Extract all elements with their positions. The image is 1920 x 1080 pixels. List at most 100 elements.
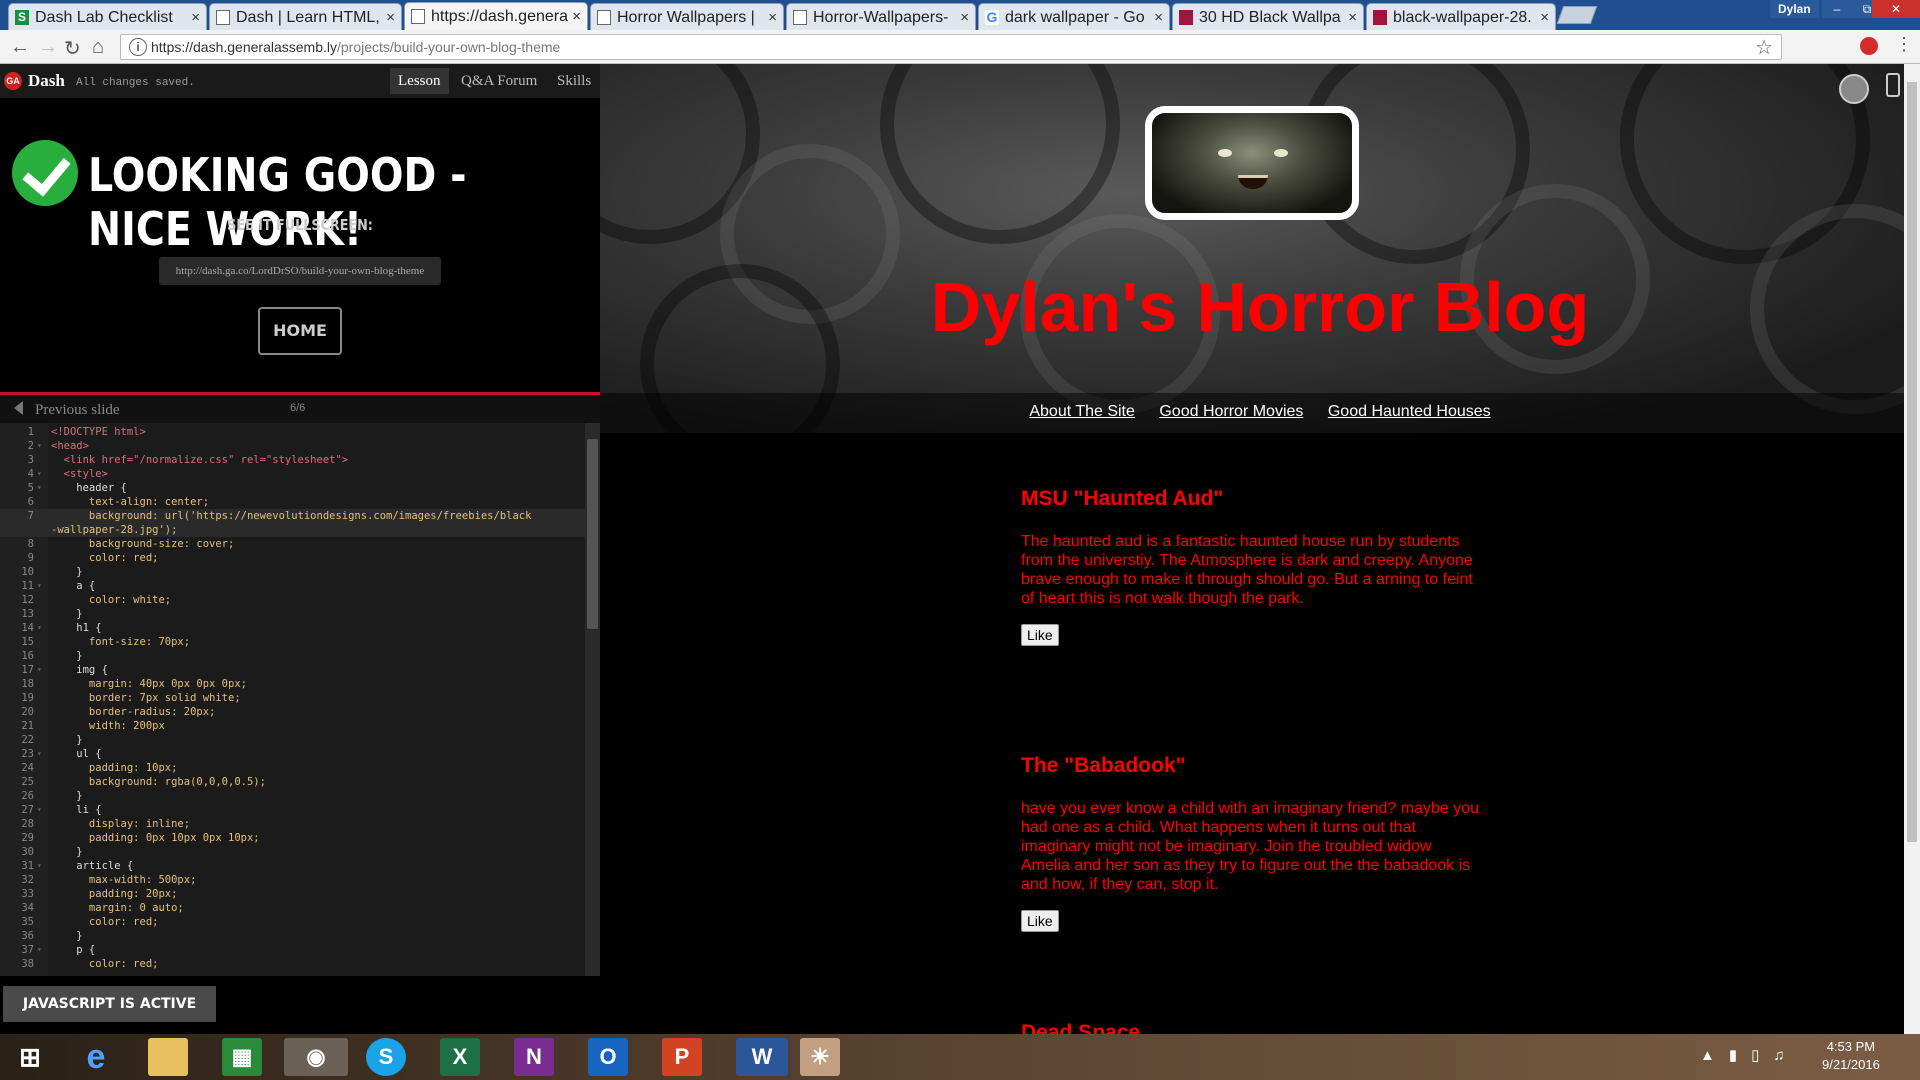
code-line[interactable]: 17 ▾ img { <box>0 663 585 677</box>
code-editor[interactable]: 1 <!DOCTYPE html> 2 ▾ <head> 3 <link href="/n… <box>0 423 600 976</box>
code-line[interactable]: 8 background-size: cover; <box>0 537 585 551</box>
taskbar-clock[interactable]: 4:53 PM 9/21/2016 <box>1822 1038 1880 1074</box>
nav-link-haunted-houses[interactable]: Good Haunted Houses <box>1318 403 1501 421</box>
url-text[interactable]: https://dash.generalassemb.ly/projects/b… <box>151 39 560 55</box>
new-tab-button[interactable] <box>1556 6 1598 24</box>
powerpoint-icon[interactable]: P <box>662 1038 702 1076</box>
code-line[interactable]: 4 ▾ <style> <box>0 467 585 481</box>
close-tab-icon[interactable]: × <box>1154 9 1163 26</box>
dash-brand[interactable]: Dash <box>28 71 65 91</box>
browser-tab[interactable]: Horror Wallpapers | × <box>590 3 784 30</box>
code-line[interactable]: 32 max-width: 500px; <box>0 873 585 887</box>
code-line[interactable]: 34 margin: 0 auto; <box>0 901 585 915</box>
editor-scrollbar[interactable] <box>585 423 600 976</box>
close-tab-icon[interactable]: × <box>960 9 969 26</box>
code-line[interactable]: 13 } <box>0 607 585 621</box>
code-line[interactable]: 9 color: red; <box>0 551 585 565</box>
tab-skills[interactable]: Skills <box>549 68 599 94</box>
code-line[interactable]: 15 font-size: 70px; <box>0 635 585 649</box>
preview-scrollbar[interactable] <box>1904 64 1920 1034</box>
reload-icon[interactable]: ↻ <box>64 36 81 61</box>
fold-arrow-icon[interactable]: ▾ <box>37 621 42 635</box>
code-line[interactable]: -wallpaper-28.jpg'); <box>0 523 585 537</box>
fold-arrow-icon[interactable]: ▾ <box>37 943 42 957</box>
chevron-left-icon[interactable] <box>14 401 23 415</box>
code-line[interactable]: 6 text-align: center; <box>0 495 585 509</box>
code-line[interactable]: 23 ▾ ul { <box>0 747 585 761</box>
editor-scroll-thumb[interactable] <box>587 439 598 629</box>
code-line[interactable]: 38 color: red; <box>0 957 585 971</box>
browser-tab[interactable]: S Dash Lab Checklist × <box>8 3 207 30</box>
forward-icon[interactable]: → <box>38 36 58 59</box>
bookmark-star-icon[interactable]: ☆ <box>1755 35 1773 60</box>
close-window-icon[interactable]: ✕ <box>1872 0 1920 18</box>
code-line[interactable]: 21 width: 200px <box>0 719 585 733</box>
nav-link-about[interactable]: About The Site <box>1019 403 1145 421</box>
close-tab-icon[interactable]: × <box>768 9 777 26</box>
close-tab-icon[interactable]: × <box>191 9 200 26</box>
device-toggle-icon[interactable] <box>1839 74 1869 104</box>
code-line[interactable]: 3 <link href="/normalize.css" rel="style… <box>0 453 585 467</box>
file-explorer-icon[interactable] <box>148 1038 188 1076</box>
close-tab-icon[interactable]: × <box>572 8 581 25</box>
code-line[interactable]: 26 } <box>0 789 585 803</box>
code-line[interactable]: 35 color: red; <box>0 915 585 929</box>
like-button[interactable]: Like <box>1021 910 1059 932</box>
skype-icon[interactable]: S <box>366 1038 406 1076</box>
browser-tab[interactable]: Gdark wallpaper - Go × <box>978 3 1170 30</box>
code-lines[interactable]: 1 <!DOCTYPE html> 2 ▾ <head> 3 <link href="/n… <box>0 425 585 971</box>
fold-arrow-icon[interactable]: ▾ <box>37 803 42 817</box>
mobile-preview-icon[interactable] <box>1886 73 1900 97</box>
paint-icon[interactable]: ☀ <box>800 1038 840 1076</box>
code-line[interactable]: 10 } <box>0 565 585 579</box>
code-line[interactable]: 11 ▾ a { <box>0 579 585 593</box>
code-line[interactable]: 37 ▾ p { <box>0 943 585 957</box>
browser-tab[interactable]: https://dash.genera × <box>404 2 588 30</box>
profile-button[interactable]: Dylan <box>1770 0 1819 18</box>
fold-arrow-icon[interactable]: ▾ <box>37 481 42 495</box>
fold-arrow-icon[interactable]: ▾ <box>37 467 42 481</box>
previous-slide-link[interactable]: Previous slide <box>35 402 120 419</box>
menu-icon[interactable]: ⋮ <box>1895 34 1913 55</box>
code-line[interactable]: 36 } <box>0 929 585 943</box>
fold-arrow-icon[interactable]: ▾ <box>37 747 42 761</box>
preview-scroll-thumb[interactable] <box>1907 82 1917 842</box>
fold-arrow-icon[interactable]: ▾ <box>37 859 42 873</box>
tab-qa-forum[interactable]: Q&A Forum <box>453 68 545 94</box>
close-tab-icon[interactable]: × <box>1540 9 1549 26</box>
address-bar[interactable]: i https://dash.generalassemb.ly/projects… <box>120 34 1782 60</box>
minimize-icon[interactable]: – <box>1822 0 1852 18</box>
excel-icon[interactable]: X <box>440 1038 480 1076</box>
ga-logo-icon[interactable]: GA <box>4 72 22 90</box>
fold-arrow-icon[interactable]: ▾ <box>37 579 42 593</box>
browser-tab[interactable]: black-wallpaper-28. × <box>1366 3 1556 30</box>
javascript-active-badge[interactable]: JAVASCRIPT IS ACTIVE <box>3 986 216 1022</box>
code-line[interactable]: 31 ▾ article { <box>0 859 585 873</box>
code-line[interactable]: 22 } <box>0 733 585 747</box>
code-line[interactable]: 20 border-radius: 20px; <box>0 705 585 719</box>
internet-explorer-icon[interactable]: e <box>76 1038 116 1076</box>
code-line[interactable]: 19 border: 7px solid white; <box>0 691 585 705</box>
chrome-icon[interactable]: ◉ <box>284 1038 348 1076</box>
nav-link-movies[interactable]: Good Horror Movies <box>1149 403 1313 421</box>
code-line[interactable]: 14 ▾ h1 { <box>0 621 585 635</box>
browser-tab[interactable]: Dash | Learn HTML, × <box>209 3 402 30</box>
code-line[interactable]: 16 } <box>0 649 585 663</box>
share-url-field[interactable]: http://dash.ga.co/LordDrSO/build-your-ow… <box>159 257 441 285</box>
word-icon[interactable]: W <box>736 1038 788 1076</box>
like-button[interactable]: Like <box>1021 624 1059 646</box>
home-button[interactable]: HOME <box>258 307 342 355</box>
onenote-icon[interactable]: N <box>514 1038 554 1076</box>
code-line[interactable]: 28 display: inline; <box>0 817 585 831</box>
windows-start-icon[interactable]: ⊞ <box>10 1038 50 1076</box>
system-tray[interactable]: ▲▮▯♫ <box>1700 1046 1799 1064</box>
code-line[interactable]: 27 ▾ li { <box>0 803 585 817</box>
code-line[interactable]: 33 padding: 20px; <box>0 887 585 901</box>
code-line[interactable]: 2 ▾ <head> <box>0 439 585 453</box>
code-line[interactable]: 1 <!DOCTYPE html> <box>0 425 585 439</box>
code-line[interactable]: 25 background: rgba(0,0,0,0.5); <box>0 775 585 789</box>
code-line[interactable]: 30 } <box>0 845 585 859</box>
code-line[interactable]: 24 padding: 10px; <box>0 761 585 775</box>
outlook-icon[interactable]: O <box>588 1038 628 1076</box>
code-line[interactable]: 29 padding: 0px 10px 0px 10px; <box>0 831 585 845</box>
